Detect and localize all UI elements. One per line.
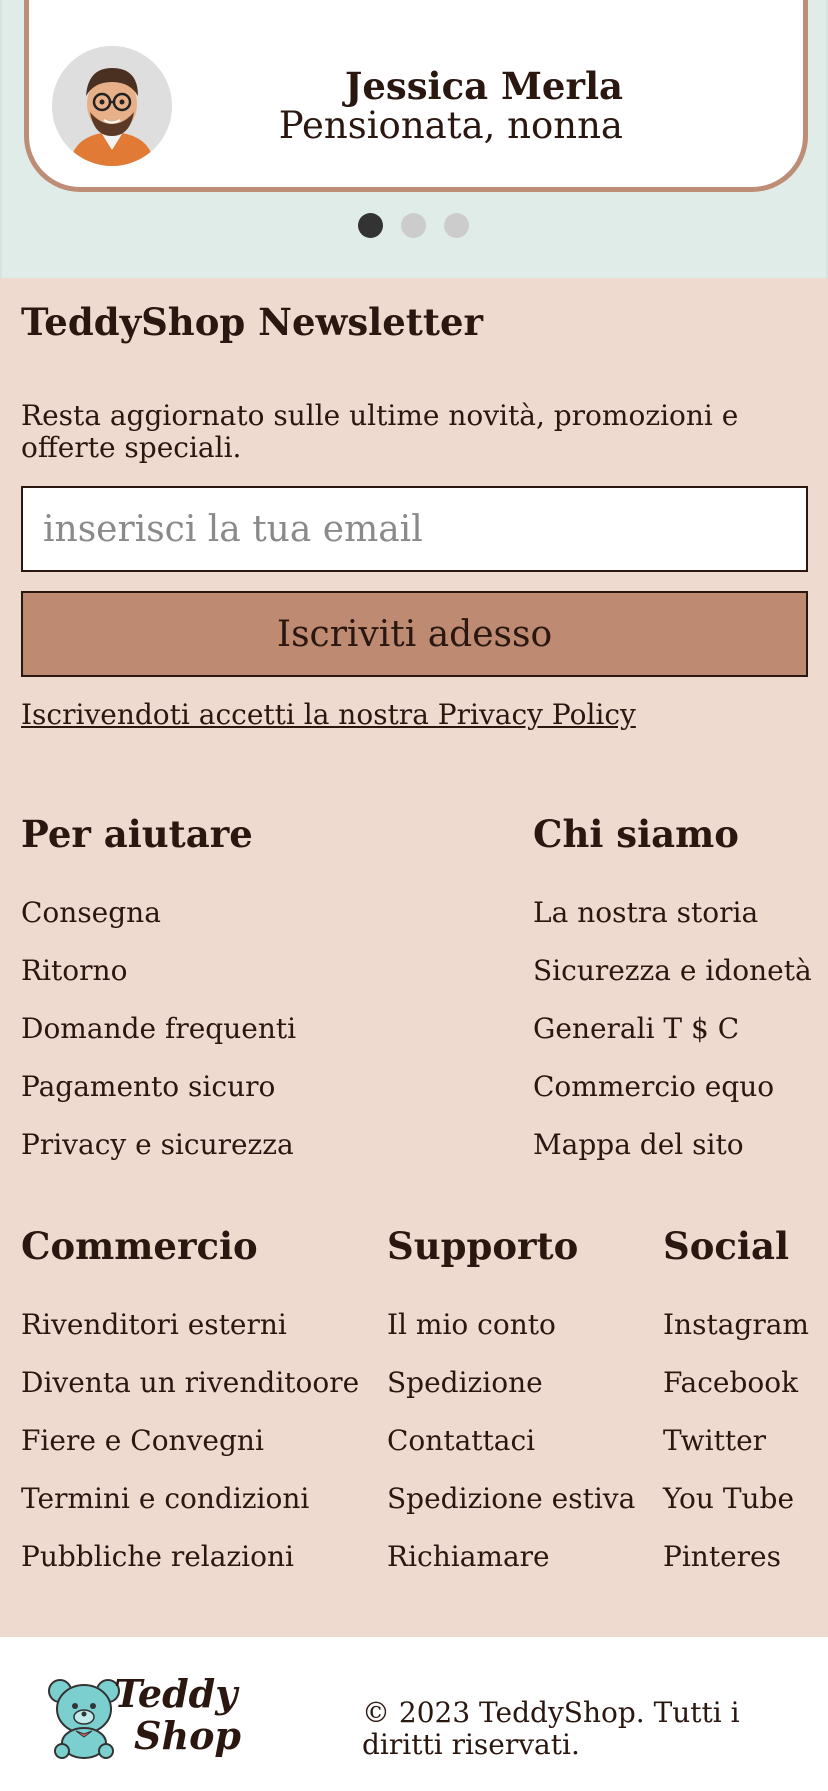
footer-link-instagram[interactable]: Instagram [663, 1308, 809, 1366]
footer-link-contattaci[interactable]: Contattaci [387, 1424, 635, 1482]
privacy-policy-link[interactable]: Iscrivendoti accetti la nostra Privacy P… [21, 698, 636, 731]
teddyshop-logo[interactable]: Teddy Shop [46, 1673, 246, 1763]
testimonial-role: Pensionata, nonna [278, 104, 623, 147]
footer-link-mappa-sito[interactable]: Mappa del sito [533, 1128, 812, 1186]
footer-link-mio-conto[interactable]: Il mio conto [387, 1308, 635, 1366]
footer-column-title: Supporto [387, 1224, 579, 1268]
footer-column-title: Per aiutare [21, 812, 253, 856]
footer-column-chi-siamo: Chi siamo La nostra storia Sicurezza e i… [533, 812, 812, 1161]
newsletter-description: Resta aggiornato sulle ultime novità, pr… [21, 399, 739, 464]
footer-link-spedizione-estiva[interactable]: Spedizione estiva [387, 1482, 635, 1540]
footer-column-supporto: Supporto Il mio conto Spedizione Contatt… [387, 1224, 635, 1573]
footer-link-nostra-storia[interactable]: La nostra storia [533, 896, 812, 954]
footer-link-privacy-sicurezza[interactable]: Privacy e sicurezza [21, 1128, 296, 1186]
footer-column-title: Chi siamo [533, 812, 739, 856]
footer-link-rivenditori-esterni[interactable]: Rivenditori esterni [21, 1308, 359, 1366]
logo-line-1: Teddy [114, 1671, 238, 1716]
footer-link-pagamento-sicuro[interactable]: Pagamento sicuro [21, 1070, 296, 1128]
footer-column-social: Social Instagram Facebook Twitter You Tu… [663, 1224, 809, 1573]
footer-link-spedizione[interactable]: Spedizione [387, 1366, 635, 1424]
footer-link-domande-frequenti[interactable]: Domande frequenti [21, 1012, 296, 1070]
newsletter-title: TeddyShop Newsletter [21, 300, 483, 344]
footer-column-commercio: Commercio Rivenditori esterni Diventa un… [21, 1224, 359, 1573]
footer-link-generali-tc[interactable]: Generali T $ C [533, 1012, 812, 1070]
footer-link-twitter[interactable]: Twitter [663, 1424, 809, 1482]
footer-link-richiamare[interactable]: Richiamare [387, 1540, 635, 1598]
footer-link-commercio-equo[interactable]: Commercio equo [533, 1070, 812, 1128]
copyright-text: © 2023 TeddyShop. Tutti i diritti riserv… [362, 1696, 740, 1761]
footer-column-title: Commercio [21, 1224, 258, 1268]
footer-link-fiere-convegni[interactable]: Fiere e Convegni [21, 1424, 359, 1482]
footer-link-facebook[interactable]: Facebook [663, 1366, 809, 1424]
avatar [52, 46, 172, 166]
footer-link-diventa-rivenditore[interactable]: Diventa un rivenditoore [21, 1366, 359, 1424]
footer-bottom-bar: Teddy Shop © 2023 TeddyShop. Tutti i dir… [0, 1637, 828, 1791]
subscribe-button[interactable]: Iscriviti adesso [21, 591, 808, 677]
footer-column-per-aiutare: Per aiutare Consegna Ritorno Domande fre… [21, 812, 296, 1161]
footer-link-termini-condizioni[interactable]: Termini e condizioni [21, 1482, 359, 1540]
logo-wordmark: Teddy Shop [114, 1673, 241, 1757]
email-input[interactable] [21, 486, 808, 572]
footer-link-sicurezza-idoneta[interactable]: Sicurezza e idonetà [533, 954, 812, 1012]
carousel-dot-1[interactable] [358, 213, 383, 238]
carousel-dots [358, 213, 469, 238]
teddy-bear-icon [46, 1677, 122, 1763]
footer-link-youtube[interactable]: You Tube [663, 1482, 809, 1540]
footer-link-pinterest[interactable]: Pinteres [663, 1540, 809, 1598]
footer-column-title: Social [663, 1224, 790, 1268]
testimonial-section: Jessica Merla Pensionata, nonna [0, 0, 828, 278]
testimonial-name: Jessica Merla [344, 64, 623, 108]
footer-link-pubbliche-relazioni[interactable]: Pubbliche relazioni [21, 1540, 359, 1598]
carousel-dot-2[interactable] [401, 213, 426, 238]
testimonial-card: Jessica Merla Pensionata, nonna [24, 0, 808, 192]
logo-line-2: Shop [134, 1713, 241, 1758]
footer-link-consegna[interactable]: Consegna [21, 896, 296, 954]
footer-link-ritorno[interactable]: Ritorno [21, 954, 296, 1012]
carousel-dot-3[interactable] [444, 213, 469, 238]
